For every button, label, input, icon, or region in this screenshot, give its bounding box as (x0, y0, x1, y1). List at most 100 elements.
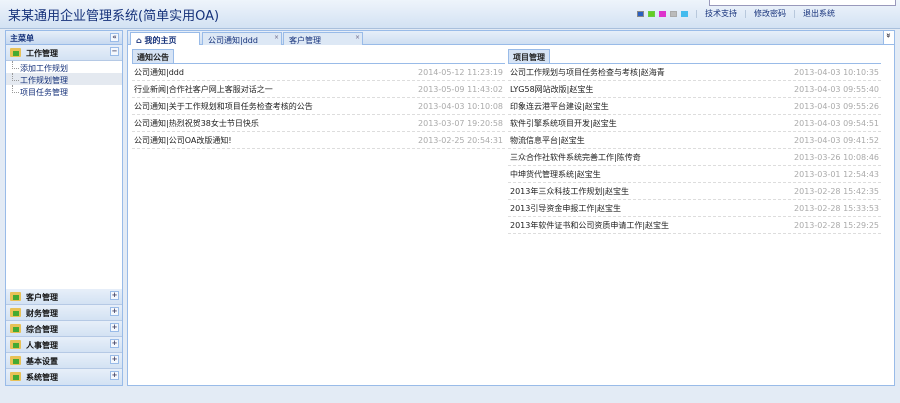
menu-group-finance[interactable]: 财务管理 + (6, 305, 122, 321)
list-item[interactable]: 中坤货代管理系统|赵宝生 2013-03-01 12:54:43 (508, 166, 881, 183)
header-input[interactable] (709, 0, 896, 6)
folder-icon (10, 340, 21, 349)
item-title[interactable]: 三众合作社软件系统完善工作|陈传奇 (510, 152, 641, 163)
item-title[interactable]: 公司通知|ddd (134, 67, 184, 78)
item-date: 2013-04-03 09:55:40 (794, 84, 879, 94)
item-title[interactable]: 2013引导资金申报工作|赵宝生 (510, 203, 621, 214)
theme-swatch-pink[interactable] (659, 10, 666, 17)
list-item[interactable]: 软件引擎系统项目开发|赵宝生 2013-04-03 09:54:51 (508, 115, 881, 132)
expand-icon[interactable]: + (110, 291, 119, 300)
tab-customer[interactable]: 客户管理 × (283, 32, 363, 45)
item-title[interactable]: 公司通知|关于工作规划和项目任务检查考核的公告 (134, 101, 313, 112)
theme-swatch-cyan[interactable] (681, 10, 688, 17)
item-date: 2013-04-03 09:55:26 (794, 101, 879, 111)
item-title[interactable]: 印象连云港平台建设|赵宝生 (510, 101, 609, 112)
section-header: 项目管理 (508, 49, 881, 64)
menu-group-label: 财务管理 (26, 309, 58, 318)
menu-group-system[interactable]: 系统管理 + (6, 369, 122, 385)
collapse-group-button[interactable]: − (110, 47, 119, 56)
item-date: 2014-05-12 11:23:19 (418, 67, 503, 77)
theme-swatch-gray[interactable] (670, 10, 677, 17)
item-title[interactable]: 公司通知|热烈祝贺38女士节日快乐 (134, 118, 259, 129)
chevron-down-icon: » (884, 32, 894, 39)
tab-label: 客户管理 (289, 36, 321, 45)
close-icon[interactable]: × (274, 34, 279, 41)
list-item[interactable]: 物流信息平台|赵宝生 2013-04-03 09:41:52 (508, 132, 881, 149)
menu-group-label: 客户管理 (26, 293, 58, 302)
item-date: 2013-02-28 15:33:53 (794, 203, 879, 213)
divider (794, 9, 795, 18)
divider (745, 9, 746, 18)
list-item[interactable]: 2013年三众科技工作规划|赵宝生 2013-02-28 15:42:35 (508, 183, 881, 200)
item-title[interactable]: 物流信息平台|赵宝生 (510, 135, 585, 146)
tech-support-link[interactable]: 技术支持 (705, 8, 737, 19)
item-date: 2013-03-01 12:54:43 (794, 169, 879, 179)
item-title[interactable]: LYG58网站改版|赵宝生 (510, 84, 593, 95)
folder-icon (10, 292, 21, 301)
menu-group-settings[interactable]: 基本设置 + (6, 353, 122, 369)
expand-icon[interactable]: + (110, 323, 119, 332)
logout-link[interactable]: 退出系统 (803, 8, 835, 19)
list-item[interactable]: 2013引导资金申报工作|赵宝生 2013-02-28 15:33:53 (508, 200, 881, 217)
list-item[interactable]: 公司通知|热烈祝贺38女士节日快乐 2013-03-07 19:20:58 (132, 115, 505, 132)
app-title: 某某通用企业管理系统(简单实用OA) (8, 9, 220, 24)
list-item[interactable]: 2013年软件证书和公司资质申请工作|赵宝生 2013-02-28 15:29:2… (508, 217, 881, 234)
item-title[interactable]: 软件引擎系统项目开发|赵宝生 (510, 118, 617, 129)
notices-section: 通知公告 公司通知|ddd 2014-05-12 11:23:19 行业新闻|合作社… (132, 49, 505, 149)
change-password-link[interactable]: 修改密码 (754, 8, 786, 19)
section-title: 通知公告 (132, 49, 174, 63)
expand-icon[interactable]: + (110, 355, 119, 364)
tab-bar: ⌂ 我的主页 公司通知|ddd × 客户管理 × » (128, 31, 894, 45)
list-item[interactable]: 三众合作社软件系统完善工作|陈传奇 2013-03-26 10:08:46 (508, 149, 881, 166)
item-date: 2013-04-03 10:10:08 (418, 101, 503, 111)
item-date: 2013-03-26 10:08:46 (794, 152, 879, 162)
item-date: 2013-05-09 11:43:02 (418, 84, 503, 94)
tab-home[interactable]: ⌂ 我的主页 (130, 32, 200, 45)
menu-group-work[interactable]: 工作管理 − (6, 45, 122, 61)
item-date: 2013-04-03 10:10:35 (794, 67, 879, 77)
menu-item-plan-manage[interactable]: 工作规划管理 (6, 73, 122, 85)
item-title[interactable]: 2013年软件证书和公司资质申请工作|赵宝生 (510, 220, 669, 231)
list-item[interactable]: LYG58网站改版|赵宝生 2013-04-03 09:55:40 (508, 81, 881, 98)
collapse-sidebar-button[interactable]: « (110, 33, 119, 42)
list-item[interactable]: 公司通知|公司OA改版通知! 2013-02-25 20:54:31 (132, 132, 505, 149)
menu-group-label: 综合管理 (26, 325, 58, 334)
list-item[interactable]: 公司通知|关于工作规划和项目任务检查考核的公告 2013-04-03 10:10:… (132, 98, 505, 115)
tab-more-button[interactable]: » (883, 31, 894, 44)
menu-group-label: 系统管理 (26, 373, 58, 382)
expand-icon[interactable]: + (110, 371, 119, 380)
section-title: 项目管理 (508, 49, 550, 63)
folder-icon (10, 372, 21, 381)
main-panel: ⌂ 我的主页 公司通知|ddd × 客户管理 × » 通知公告 公司通知|ddd 20… (127, 30, 895, 386)
menu-item-add-plan[interactable]: 添加工作规划 (6, 61, 122, 73)
folder-icon (10, 308, 21, 317)
menu-group-customer[interactable]: 客户管理 + (6, 289, 122, 305)
divider (696, 9, 697, 18)
expand-icon[interactable]: + (110, 339, 119, 348)
item-title[interactable]: 公司通知|公司OA改版通知! (134, 135, 232, 146)
theme-swatch-blue[interactable] (637, 10, 644, 17)
sidebar-header: 主菜单 « (6, 31, 122, 45)
menu-group-label: 基本设置 (26, 357, 58, 366)
expand-icon[interactable]: + (110, 307, 119, 316)
item-title[interactable]: 公司工作规划与项目任务检查与考核|赵海青 (510, 67, 665, 78)
menu-item-project-tasks[interactable]: 项目任务管理 (6, 85, 122, 97)
menu-group-general[interactable]: 综合管理 + (6, 321, 122, 337)
theme-swatch-green[interactable] (648, 10, 655, 17)
header-tools: 技术支持 修改密码 退出系统 (637, 8, 835, 19)
section-header: 通知公告 (132, 49, 505, 64)
list-item[interactable]: 公司工作规划与项目任务检查与考核|赵海青 2013-04-03 10:10:35 (508, 64, 881, 81)
item-date: 2013-04-03 09:41:52 (794, 135, 879, 145)
list-item[interactable]: 印象连云港平台建设|赵宝生 2013-04-03 09:55:26 (508, 98, 881, 115)
menu-group-hr[interactable]: 人事管理 + (6, 337, 122, 353)
list-item[interactable]: 公司通知|ddd 2014-05-12 11:23:19 (132, 64, 505, 81)
item-date: 2013-02-25 20:54:31 (418, 135, 503, 145)
tab-notice[interactable]: 公司通知|ddd × (202, 32, 282, 45)
list-item[interactable]: 行业新闻|合作社客户网上客服对话之一 2013-05-09 11:43:02 (132, 81, 505, 98)
close-icon[interactable]: × (355, 34, 360, 41)
folder-icon (10, 48, 21, 57)
item-title[interactable]: 中坤货代管理系统|赵宝生 (510, 169, 601, 180)
item-title[interactable]: 行业新闻|合作社客户网上客服对话之一 (134, 84, 273, 95)
item-title[interactable]: 2013年三众科技工作规划|赵宝生 (510, 186, 629, 197)
folder-icon (10, 324, 21, 333)
